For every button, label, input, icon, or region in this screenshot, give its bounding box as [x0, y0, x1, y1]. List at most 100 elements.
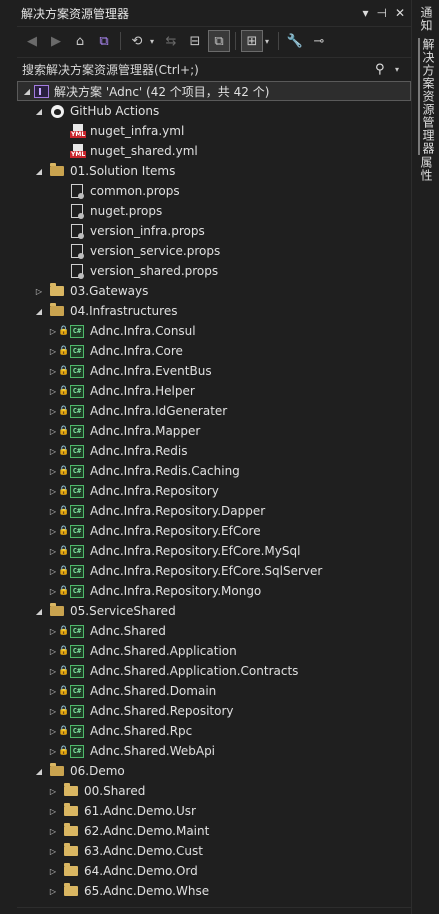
collapsed-arrow-icon[interactable]: ▷ [47, 427, 59, 436]
collapsed-arrow-icon[interactable]: ▷ [47, 707, 59, 716]
collapsed-arrow-icon[interactable]: ▷ [47, 687, 59, 696]
tree-folder-item[interactable]: ▷ 64.Adnc.Demo.Ord [17, 861, 411, 881]
side-tab-properties[interactable]: 属性 [418, 156, 435, 182]
tree-file-item[interactable]: YML nuget_shared.yml [17, 141, 411, 161]
side-tab-solution-explorer[interactable]: 解决方案资源管理器 [418, 38, 437, 155]
expanded-arrow-icon[interactable]: ◢ [33, 767, 45, 776]
collapsed-arrow-icon[interactable]: ▷ [47, 667, 59, 676]
collapsed-arrow-icon[interactable]: ▷ [47, 747, 59, 756]
tree-folder-item[interactable]: ◢ 06.Demo [17, 761, 411, 781]
tree-project-item[interactable]: ▷ 🔒 C# Adnc.Shared.Application.Contracts [17, 661, 411, 681]
collapsed-arrow-icon[interactable]: ▷ [47, 527, 59, 536]
collapsed-arrow-icon[interactable]: ▷ [47, 807, 59, 816]
collapsed-arrow-icon[interactable]: ▷ [47, 467, 59, 476]
preview-icon[interactable]: ⊞ [241, 30, 263, 52]
collapsed-arrow-icon[interactable]: ▷ [47, 327, 59, 336]
collapsed-arrow-icon[interactable]: ▷ [47, 567, 59, 576]
collapsed-arrow-icon[interactable]: ▷ [33, 287, 45, 296]
collapse-all-icon[interactable]: ⊟ [184, 30, 206, 52]
tree-project-item[interactable]: ▷ 🔒 C# Adnc.Infra.Repository.Dapper [17, 501, 411, 521]
history-dropdown-icon[interactable]: ▾ [150, 37, 158, 46]
collapsed-arrow-icon[interactable]: ▷ [47, 407, 59, 416]
collapsed-arrow-icon[interactable]: ▷ [47, 727, 59, 736]
home-icon[interactable]: ⌂ [69, 30, 91, 52]
csharp-project-icon: C# [69, 584, 85, 598]
tree-file-item[interactable]: common.props [17, 181, 411, 201]
collapsed-arrow-icon[interactable]: ▷ [47, 447, 59, 456]
scrollbar[interactable] [401, 81, 411, 907]
expanded-arrow-icon[interactable]: ◢ [33, 307, 45, 316]
tree-project-item[interactable]: ▷ 🔒 C# Adnc.Infra.Consul [17, 321, 411, 341]
tree-file-item[interactable]: YML nuget_infra.yml [17, 121, 411, 141]
tree-project-item[interactable]: ▷ 🔒 C# Adnc.Infra.Core [17, 341, 411, 361]
expanded-arrow-icon[interactable]: ◢ [33, 167, 45, 176]
preview-dropdown-icon[interactable]: ▾ [265, 37, 273, 46]
collapsed-arrow-icon[interactable]: ▷ [47, 347, 59, 356]
collapsed-arrow-icon[interactable]: ▷ [47, 547, 59, 556]
tree-project-item[interactable]: ▷ 🔒 C# Adnc.Shared.Repository [17, 701, 411, 721]
tree-folder-item[interactable]: ▷ 03.Gateways [17, 281, 411, 301]
tree-project-item[interactable]: ▷ 🔒 C# Adnc.Infra.Repository [17, 481, 411, 501]
tree-project-item[interactable]: ▷ 🔒 C# Adnc.Infra.Repository.EfCore.MySql [17, 541, 411, 561]
back-icon[interactable]: ◀ [21, 30, 43, 52]
expanded-arrow-icon[interactable]: ◢ [21, 87, 33, 96]
tree-project-item[interactable]: ▷ 🔒 C# Adnc.Infra.Repository.EfCore [17, 521, 411, 541]
tree-project-item[interactable]: ▷ 🔒 C# Adnc.Infra.Repository.EfCore.SqlServ… [17, 561, 411, 581]
properties-icon[interactable]: 🔧 [284, 30, 306, 52]
tree-project-item[interactable]: ▷ 🔒 C# Adnc.Infra.IdGenerater [17, 401, 411, 421]
tree-project-item[interactable]: ▷ 🔒 C# Adnc.Infra.EventBus [17, 361, 411, 381]
expanded-arrow-icon[interactable]: ◢ [33, 107, 45, 116]
pin-icon[interactable]: ⊣ [376, 6, 386, 20]
tree-folder-item[interactable]: ◢ 01.Solution Items [17, 161, 411, 181]
show-all-files-icon[interactable]: ⧉ [208, 30, 230, 52]
forward-icon[interactable]: ▶ [45, 30, 67, 52]
collapsed-arrow-icon[interactable]: ▷ [47, 387, 59, 396]
tree-project-item[interactable]: ▷ 🔒 C# Adnc.Infra.Mapper [17, 421, 411, 441]
tree-folder-item[interactable]: ◢ 04.Infrastructures [17, 301, 411, 321]
collapsed-arrow-icon[interactable]: ▷ [47, 867, 59, 876]
pending-changes-icon[interactable]: ⊸ [308, 30, 330, 52]
tree-folder-item[interactable]: ▷ 62.Adnc.Demo.Maint [17, 821, 411, 841]
tree-project-item[interactable]: ▷ 🔒 C# Adnc.Shared [17, 621, 411, 641]
collapsed-arrow-icon[interactable]: ▷ [47, 787, 59, 796]
tree-file-item[interactable]: version_service.props [17, 241, 411, 261]
tree-file-item[interactable]: version_shared.props [17, 261, 411, 281]
tree-folder-item[interactable]: ▷ 65.Adnc.Demo.Whse [17, 881, 411, 901]
sync-icon[interactable]: ⇆ [160, 30, 182, 52]
collapsed-arrow-icon[interactable]: ▷ [47, 827, 59, 836]
tree-project-item[interactable]: ▷ 🔒 C# Adnc.Infra.Helper [17, 381, 411, 401]
tree-project-item[interactable]: ▷ 🔒 C# Adnc.Shared.Domain [17, 681, 411, 701]
tree-project-item[interactable]: ▷ 🔒 C# Adnc.Infra.Redis.Caching [17, 461, 411, 481]
collapsed-arrow-icon[interactable]: ▷ [47, 847, 59, 856]
expanded-arrow-icon[interactable]: ◢ [33, 607, 45, 616]
tree-item-label: 61.Adnc.Demo.Usr [84, 804, 196, 818]
search-options-dropdown-icon[interactable]: ▾ [395, 65, 411, 74]
search-input[interactable] [22, 62, 375, 77]
side-tab-notifications[interactable]: 通知 [418, 6, 435, 32]
tree-folder-item[interactable]: ◢ 05.ServiceShared [17, 601, 411, 621]
tree-project-item[interactable]: ▷ 🔒 C# Adnc.Shared.Application [17, 641, 411, 661]
collapsed-arrow-icon[interactable]: ▷ [47, 587, 59, 596]
tree-folder-item[interactable]: ▷ 00.Shared [17, 781, 411, 801]
solution-node[interactable]: ◢ 解决方案 'Adnc' (42 个项目，共 42 个) [17, 81, 411, 101]
collapsed-arrow-icon[interactable]: ▷ [47, 367, 59, 376]
close-icon[interactable]: ✕ [395, 6, 405, 20]
vs-switch-icon[interactable]: ⧉ [93, 30, 115, 52]
collapsed-arrow-icon[interactable]: ▷ [47, 487, 59, 496]
tree-project-item[interactable]: ▷ 🔒 C# Adnc.Shared.WebApi [17, 741, 411, 761]
history-icon[interactable]: ⟲ [126, 30, 148, 52]
collapsed-arrow-icon[interactable]: ▷ [47, 507, 59, 516]
search-icon[interactable]: ⚲ [375, 62, 395, 77]
tree-file-item[interactable]: ◢ GitHub Actions [17, 101, 411, 121]
tree-file-item[interactable]: nuget.props [17, 201, 411, 221]
dropdown-icon[interactable]: ▾ [362, 6, 368, 20]
collapsed-arrow-icon[interactable]: ▷ [47, 887, 59, 896]
collapsed-arrow-icon[interactable]: ▷ [47, 627, 59, 636]
tree-folder-item[interactable]: ▷ 63.Adnc.Demo.Cust [17, 841, 411, 861]
tree-project-item[interactable]: ▷ 🔒 C# Adnc.Shared.Rpc [17, 721, 411, 741]
tree-folder-item[interactable]: ▷ 61.Adnc.Demo.Usr [17, 801, 411, 821]
tree-project-item[interactable]: ▷ 🔒 C# Adnc.Infra.Repository.Mongo [17, 581, 411, 601]
collapsed-arrow-icon[interactable]: ▷ [47, 647, 59, 656]
tree-project-item[interactable]: ▷ 🔒 C# Adnc.Infra.Redis [17, 441, 411, 461]
tree-file-item[interactable]: version_infra.props [17, 221, 411, 241]
